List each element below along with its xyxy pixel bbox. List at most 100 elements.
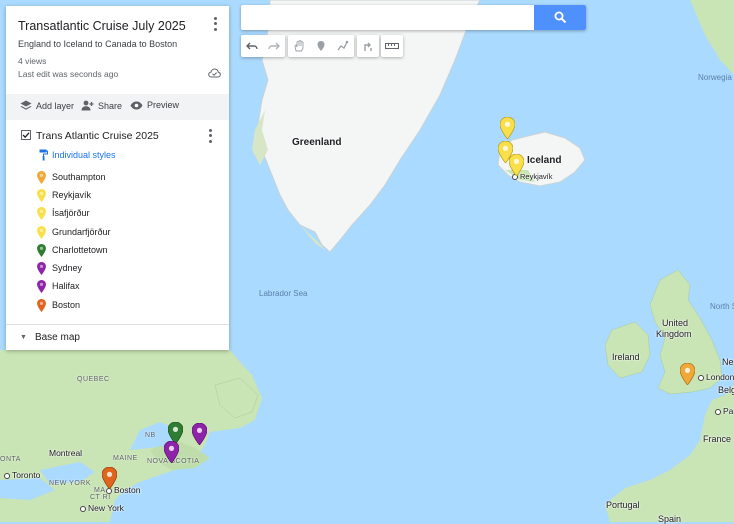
map-label-reykjavik-text: Reykjavík [520,172,553,181]
paint-roller-icon [39,149,48,161]
add-layer-label: Add layer [36,100,75,111]
map-pin-icon [37,279,46,293]
layer-name[interactable]: Trans Atlantic Cruise 2025 [36,130,159,142]
map-label-new-york-text: New York [88,503,124,513]
layer-actions-bar: Add layer Share Preview [6,94,229,120]
map-pin-icon [37,225,46,239]
measure-button[interactable] [381,35,403,57]
individual-styles-link[interactable]: Individual styles [39,149,116,161]
cloud-saved-icon [208,68,221,78]
map-tools-group [288,35,354,57]
map-label-london-text: London [706,372,734,382]
place-name: Boston [52,300,81,310]
add-directions-button[interactable] [357,35,379,57]
marker-reykjavik[interactable] [509,154,524,176]
map-view-count: 4 views [18,56,47,66]
map-label-boston-text: Boston [114,485,141,495]
place-name: Southampton [52,172,106,182]
preview-button[interactable]: Preview [130,100,179,110]
redo-button[interactable] [263,35,285,57]
undo-button[interactable] [241,35,263,57]
map-label-new-york-state: NEW YORK [49,480,91,487]
map-label-toronto-text: Toronto [12,470,41,480]
map-label-united-kingdom-line2: Kingdom [656,329,692,339]
place-item-sydney[interactable]: Sydney [37,260,82,276]
map-title[interactable]: Transatlantic Cruise July 2025 [18,19,186,33]
map-label-paris: Paris [715,406,734,416]
place-item-isafjordur[interactable]: Ísafjörður [37,205,90,221]
map-label-ireland: Ireland [612,352,640,362]
undo-redo-group [241,35,285,57]
map-label-norwegian-sea: Norwegia [698,73,732,82]
expand-arrow-icon: ▼ [20,334,27,341]
share-label: Share [98,100,123,111]
map-pin-icon [37,261,46,275]
map-legend-panel: Transatlantic Cruise July 2025 England t… [6,6,229,350]
map-label-labrador-sea: Labrador Sea [259,289,308,298]
map-label-greenland: Greenland [292,137,342,148]
redo-icon [268,42,280,50]
map-label-london: London [698,372,734,382]
map-label-nb: NB [145,432,156,439]
layer-options-menu-icon[interactable] [205,128,215,144]
place-name: Ísafjörður [52,208,90,218]
map-label-paris-text: Paris [723,406,734,416]
directions-group [357,35,379,57]
marker-isafjordur[interactable] [500,117,515,139]
place-name: Grundarfjörður [52,227,111,237]
layers-icon [20,100,32,110]
place-item-grundarfjordur[interactable]: Grundarfjörður [37,224,111,240]
map-label-belgium: Belg [718,385,734,395]
place-item-charlottetown[interactable]: Charlottetown [37,242,108,258]
marker-southampton[interactable] [680,363,695,385]
marker-halifax[interactable] [164,441,179,463]
map-label-ontario: ONTA [0,456,21,463]
panel-divider [6,324,229,325]
map-label-quebec: QUEBEC [77,376,110,383]
map-label-new-york: New York [80,503,124,513]
map-label-iceland: Iceland [527,155,562,166]
map-pin-icon [37,298,46,312]
marker-boston[interactable] [102,467,117,489]
place-item-southampton[interactable]: Southampton [37,169,106,185]
draw-line-button[interactable] [332,35,354,57]
search-button[interactable] [534,5,586,30]
search-icon [554,11,566,24]
map-options-menu-icon[interactable] [210,16,220,32]
city-dot-icon [80,505,86,512]
place-name: Sydney [52,263,83,273]
marker-sydney[interactable] [192,423,207,445]
search-bar [241,5,586,30]
pan-tool-button[interactable] [288,35,310,57]
city-dot-icon [715,408,721,415]
layer-visibility-checkbox[interactable] [21,130,31,140]
place-item-reykjavik[interactable]: Reykjavík [37,187,91,203]
base-map-toggle[interactable]: ▼ Base map [20,332,80,343]
draw-line-icon [337,40,349,51]
place-item-boston[interactable]: Boston [37,297,80,313]
map-label-maine: MAINE [113,455,138,462]
marker-icon [317,41,325,51]
place-item-halifax[interactable]: Halifax [37,278,80,294]
map-description[interactable]: England to Iceland to Canada to Boston [18,39,177,49]
city-dot-icon [698,374,704,381]
map-label-montreal: Montreal [49,448,83,458]
ruler-icon [385,43,399,49]
map-label-netherlands: Ne [722,357,734,367]
directions-icon [364,42,372,51]
hand-icon [294,40,304,52]
add-marker-button[interactable] [310,35,332,57]
search-input[interactable] [241,5,521,30]
undo-icon [246,42,258,50]
map-label-north-sea: North S [710,302,734,311]
map-label-portugal: Portugal [606,500,640,510]
share-button[interactable]: Share [81,100,122,111]
add-person-icon [81,100,94,111]
add-layer-button[interactable]: Add layer [20,100,74,111]
map-label-toronto: Toronto [4,470,40,480]
measure-group [381,35,403,57]
individual-styles-label: Individual styles [52,150,116,160]
place-name: Charlottetown [52,245,108,255]
place-name: Halifax [52,281,80,291]
city-dot-icon [4,472,10,479]
